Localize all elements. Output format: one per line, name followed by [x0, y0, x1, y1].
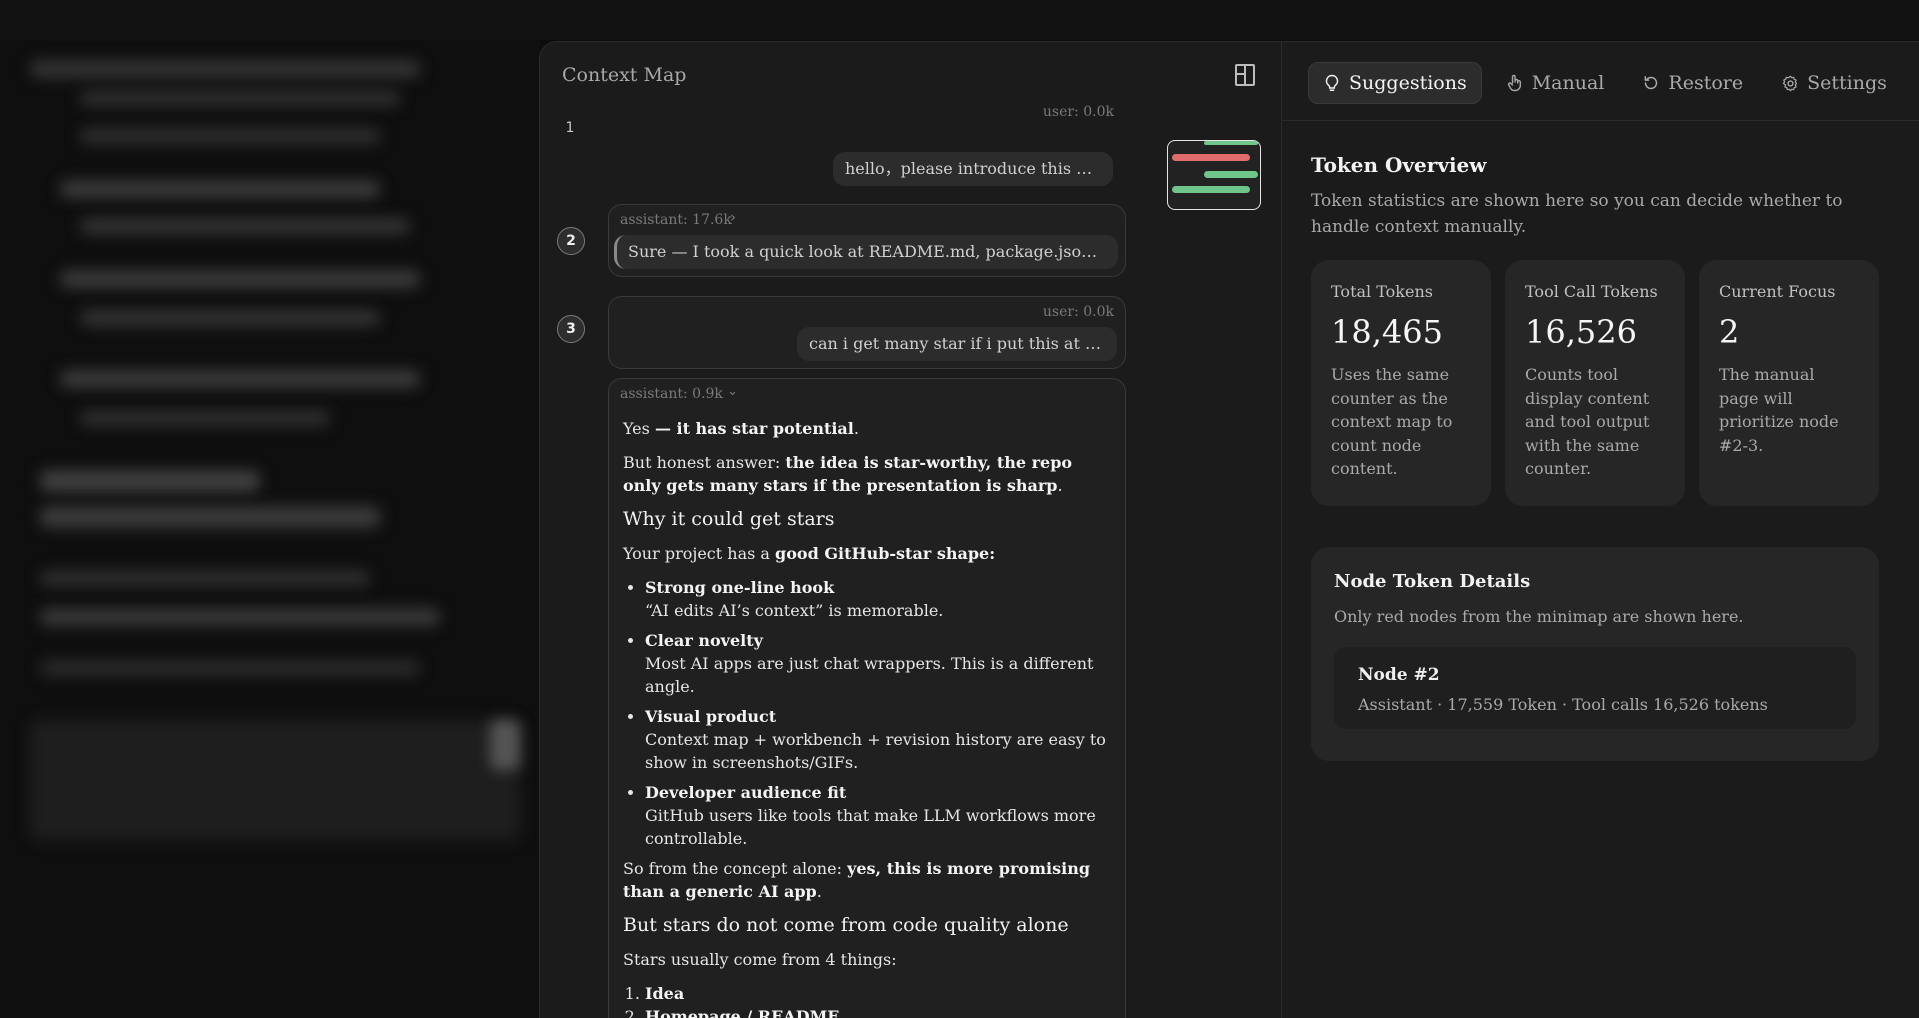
blurred-text — [30, 60, 420, 78]
node-number: 1 — [565, 120, 575, 136]
paragraph: So from the concept alone: yes, this is … — [623, 859, 1091, 901]
numbered-list: Idea Homepage / README — [623, 982, 1113, 1018]
minimap-node-green — [1172, 186, 1250, 193]
tab-settings[interactable]: Settings — [1767, 62, 1901, 104]
tab-label: Suggestions — [1349, 72, 1467, 94]
list-item: Strong one-line hook“AI edits AI’s conte… — [645, 576, 1113, 622]
blurred-text — [80, 410, 330, 426]
stat-value: 16,526 — [1525, 313, 1637, 351]
tab-label: Settings — [1807, 72, 1887, 94]
minimap-node-green — [1204, 171, 1258, 178]
node-token-details: Node Token Details Only red nodes from t… — [1311, 547, 1879, 761]
stat-description: Counts tool display content and tool out… — [1525, 365, 1650, 478]
minimap-node-green — [1204, 141, 1258, 145]
blurred-text — [80, 90, 400, 106]
tab-restore[interactable]: Restore — [1628, 62, 1757, 104]
message-meta: user: 0.0k — [1042, 304, 1114, 320]
minimap-node-red[interactable] — [1172, 154, 1250, 161]
suggestions-panel: Suggestions Manual Restore Settings Toke… — [1282, 42, 1919, 1018]
tab-label: Restore — [1668, 72, 1744, 94]
token-overview-title: Token Overview — [1311, 153, 1487, 177]
stat-value: 18,465 — [1331, 313, 1443, 351]
blurred-scroll — [490, 720, 520, 770]
assistant-message-preview: Sure — I took a quick look at README.md,… — [614, 235, 1118, 269]
background-document — [0, 40, 540, 1018]
tab-manual[interactable]: Manual — [1492, 62, 1619, 104]
chevron-down-icon[interactable]: ⌄ — [727, 384, 738, 399]
node-token-details-title: Node Token Details — [1334, 571, 1531, 592]
context-minimap[interactable] — [1167, 140, 1261, 210]
paragraph: Your project has a good GitHub-star shap… — [623, 544, 996, 563]
blurred-text — [80, 310, 380, 326]
tab-suggestions[interactable]: Suggestions — [1308, 62, 1482, 104]
list-item: Visual productContext map + workbench + … — [645, 705, 1113, 774]
blurred-text — [40, 570, 370, 586]
gear-icon — [1781, 74, 1799, 92]
panel-tabs: Suggestions Manual Restore Settings — [1308, 62, 1901, 106]
user-message-card[interactable]: user: 0.0k can i get many star if i put … — [608, 296, 1126, 369]
stat-label: Total Tokens — [1331, 282, 1433, 301]
node-detail-summary: Assistant · 17,559 Token · Tool calls 16… — [1358, 695, 1768, 714]
layout-toggle-icon[interactable] — [1235, 64, 1255, 86]
node-token-details-subtitle: Only red nodes from the minimap are show… — [1334, 607, 1744, 626]
stat-card-current-focus: Current Focus 2 The manual page will pri… — [1699, 260, 1879, 506]
stat-label: Current Focus — [1719, 282, 1836, 301]
context-map-panel: Context Map 1 user: 0.0k hello，please in… — [540, 42, 1282, 1018]
restore-icon — [1642, 74, 1660, 92]
node-detail-item[interactable]: Node #2 Assistant · 17,559 Token · Tool … — [1334, 647, 1856, 729]
stat-card-tool-call-tokens: Tool Call Tokens 16,526 Counts tool disp… — [1505, 260, 1685, 506]
stat-value: 2 — [1719, 313, 1740, 351]
assistant-message-body: Yes — it has star potential. But honest … — [623, 417, 1113, 1018]
blurred-text — [40, 660, 420, 676]
background-topbar — [0, 0, 1919, 40]
context-map-title: Context Map — [562, 64, 687, 86]
message-meta: user: 0.0k — [1042, 104, 1114, 120]
assistant-message-card[interactable]: assistant: 17.6k › Sure — I took a quick… — [608, 204, 1126, 277]
node-detail-title: Node #2 — [1358, 665, 1440, 685]
divider — [1282, 120, 1919, 121]
stat-card-total-tokens: Total Tokens 18,465 Uses the same counte… — [1311, 260, 1491, 506]
chevron-right-icon[interactable]: › — [730, 208, 736, 226]
blurred-text — [80, 128, 380, 144]
blurred-text — [40, 470, 260, 492]
assistant-message-expanded: assistant: 0.9k ⌄ Yes — it has star pote… — [608, 378, 1126, 1018]
list-item: Idea — [645, 982, 1113, 1005]
blurred-text — [80, 218, 410, 234]
paragraph: Stars usually come from 4 things: — [623, 950, 897, 969]
context-overlay: Context Map 1 user: 0.0k hello，please in… — [539, 41, 1919, 1018]
user-message-bubble[interactable]: hello，please introduce this project — [833, 152, 1113, 186]
list-item: Clear noveltyMost AI apps are just chat … — [645, 629, 1113, 698]
node-number[interactable]: 3 — [557, 315, 585, 343]
message-meta: assistant: 0.9k — [620, 386, 723, 402]
list-item: Developer audience fitGitHub users like … — [645, 781, 1113, 850]
bullet-list: Strong one-line hook“AI edits AI’s conte… — [623, 576, 1113, 850]
paragraph: Yes — it has star potential. — [623, 419, 859, 438]
blurred-text — [60, 270, 420, 288]
user-message-bubble: can i get many star if i put this at git… — [797, 327, 1117, 361]
blurred-text — [40, 506, 380, 528]
blurred-text — [60, 370, 420, 388]
stat-description: The manual page will prioritize node #2-… — [1719, 365, 1839, 455]
blurred-text — [40, 608, 440, 626]
token-overview-description: Token statistics are shown here so you c… — [1311, 191, 1843, 237]
section-heading: But stars do not come from code quality … — [623, 914, 1069, 936]
paragraph: But honest answer: the idea is star-wort… — [623, 453, 1073, 495]
hand-pointer-icon — [1506, 74, 1524, 92]
node-number[interactable]: 2 — [557, 227, 585, 255]
tab-label: Manual — [1531, 72, 1605, 94]
lightbulb-icon — [1323, 74, 1341, 92]
blurred-input-area — [30, 720, 520, 840]
stat-label: Tool Call Tokens — [1525, 282, 1658, 301]
message-meta: assistant: 17.6k — [620, 212, 732, 228]
section-heading: Why it could get stars — [623, 508, 835, 530]
stat-description: Uses the same counter as the context map… — [1331, 365, 1453, 478]
list-item: Homepage / README — [645, 1005, 1113, 1018]
blurred-text — [60, 180, 380, 198]
